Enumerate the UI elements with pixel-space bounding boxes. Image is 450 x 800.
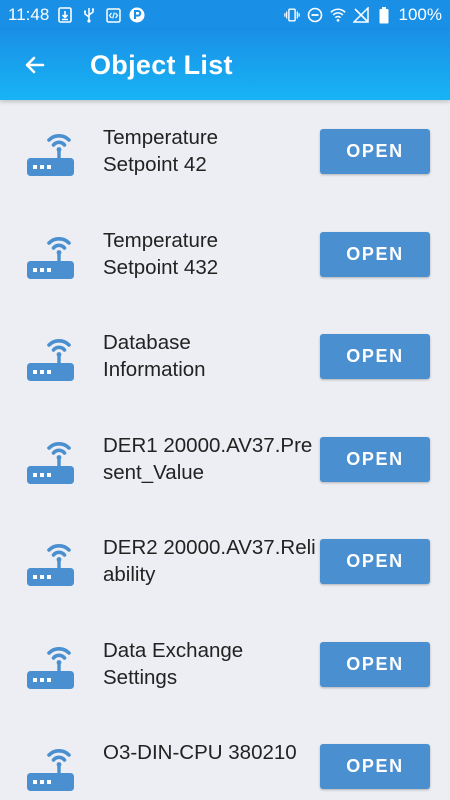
list-item: Temperature Setpoint 432 OPEN (0, 203, 450, 306)
app-bar: Object List (0, 30, 450, 100)
item-label: Database Information (103, 331, 206, 381)
status-time: 11:48 (8, 5, 50, 24)
battery-percent: 100% (398, 5, 442, 24)
open-button[interactable]: OPEN (320, 334, 430, 379)
list-item: O3-DIN-CPU 380210 OPEN (0, 715, 450, 800)
usb-icon (81, 7, 97, 23)
parking-icon (129, 7, 145, 23)
arrow-left-icon (23, 53, 47, 77)
open-button[interactable]: OPEN (320, 539, 430, 584)
no-signal-icon (352, 7, 369, 23)
vibrate-icon (283, 7, 300, 23)
status-bar: 11:48 100% (0, 0, 450, 30)
open-button[interactable]: OPEN (320, 129, 430, 174)
download-icon (57, 7, 73, 23)
open-button[interactable]: OPEN (320, 231, 430, 277)
router-icon (26, 331, 76, 383)
router-icon (26, 229, 76, 281)
status-right: 100% (283, 5, 442, 25)
item-label: DER1 20000.AV37.Present_Value (103, 433, 313, 484)
code-icon (105, 7, 121, 23)
page-title: Object List (90, 49, 233, 80)
list-item: DER1 20000.AV37.Present_Value OPEN (0, 408, 450, 511)
item-label: DER2 20000.AV37.Reliability (103, 536, 316, 586)
wifi-icon (329, 7, 346, 23)
open-button[interactable]: OPEN (320, 436, 430, 482)
router-icon (26, 536, 76, 588)
battery-icon (376, 6, 392, 23)
open-button[interactable]: OPEN (320, 641, 430, 687)
back-button[interactable] (0, 30, 70, 100)
router-icon (26, 639, 76, 691)
object-list[interactable]: Temperature Setpoint 42 OPEN Temperature S… (0, 100, 450, 800)
item-label: Temperature Setpoint 42 (103, 126, 219, 176)
item-label: O3-DIN-CPU 380210 (103, 741, 297, 764)
status-left: 11:48 (8, 5, 284, 25)
router-icon (26, 434, 76, 486)
item-label: Data Exchange Settings (103, 638, 244, 689)
do-not-disturb-icon (307, 7, 323, 23)
list-item: Data Exchange Settings OPEN (0, 613, 450, 716)
list-item: Database Information OPEN (0, 305, 450, 408)
item-label: Temperature Setpoint 432 (103, 228, 219, 279)
open-button[interactable]: OPEN (320, 744, 430, 789)
router-icon (26, 126, 76, 178)
router-icon (26, 741, 76, 793)
list-item: DER2 20000.AV37.Reliability OPEN (0, 510, 450, 613)
list-item: Temperature Setpoint 42 OPEN (0, 100, 450, 203)
